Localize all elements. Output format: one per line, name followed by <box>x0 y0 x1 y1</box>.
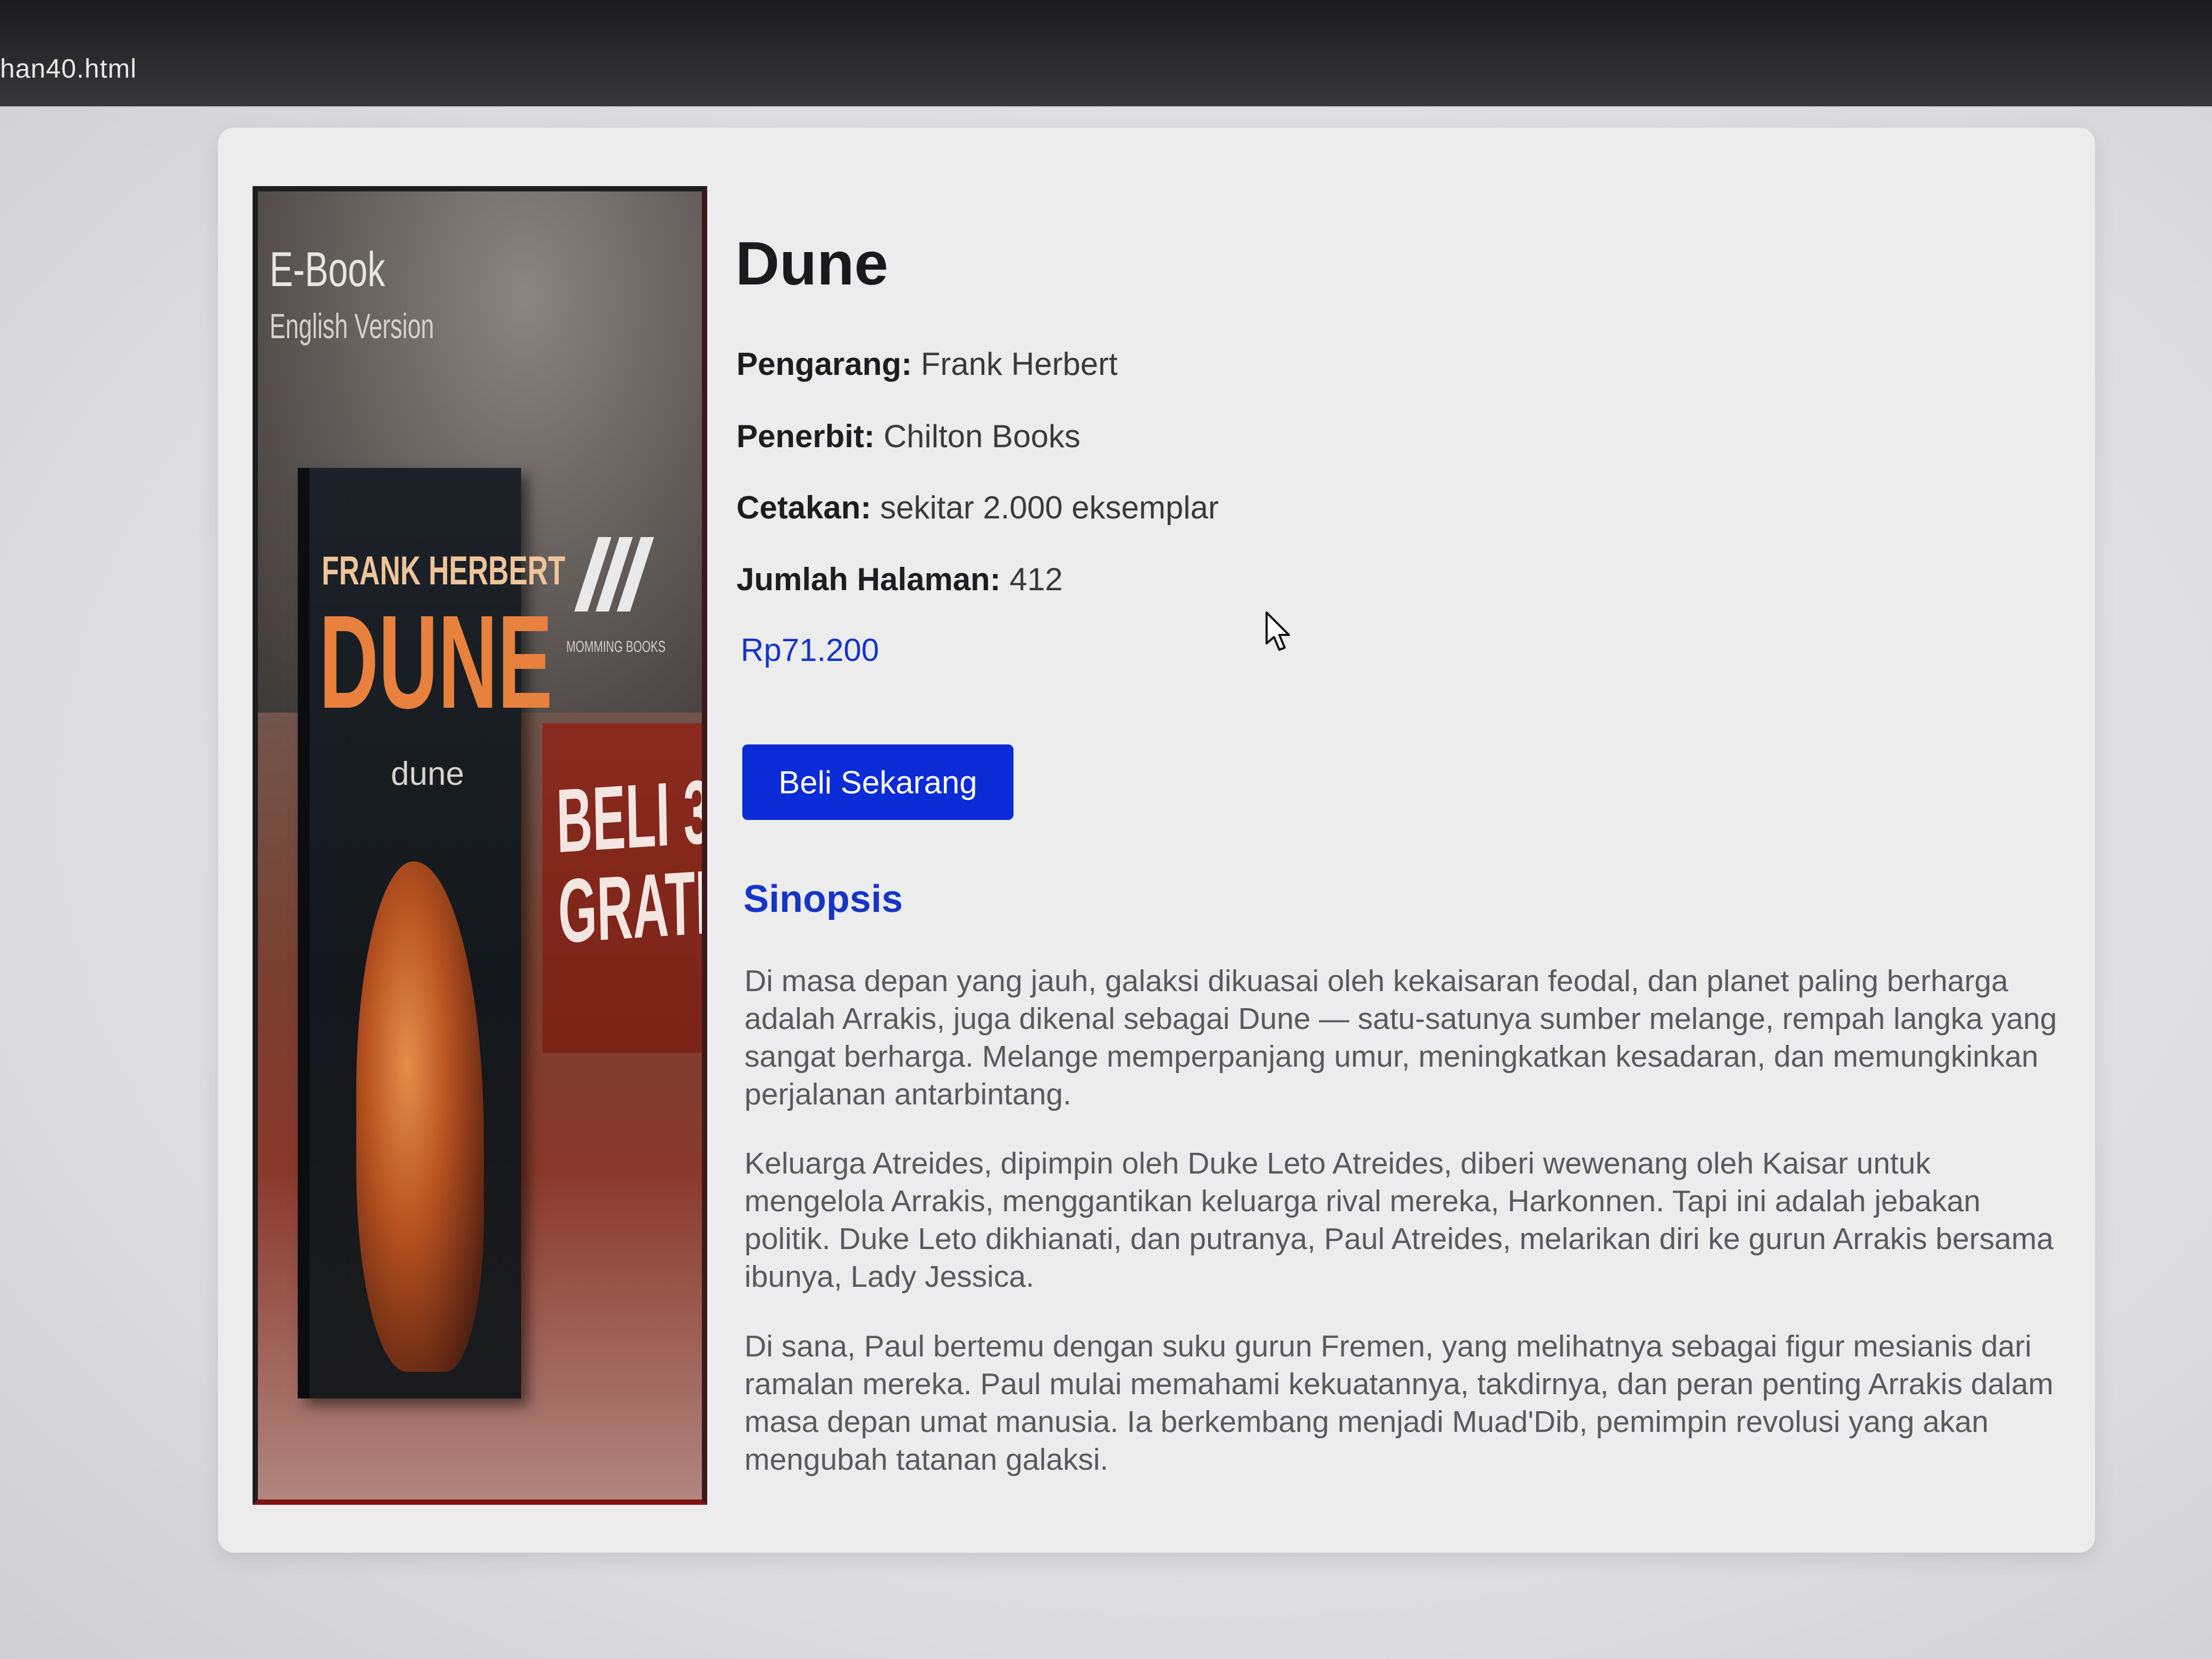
publisher-label: Penerbit: <box>736 418 875 454</box>
page-count-label: Jumlah Halaman: <box>736 562 1001 597</box>
cover-book-author: FRANK HERBERT <box>322 548 566 593</box>
publisher-value: Chilton Books <box>883 418 1080 454</box>
page-count-row: Jumlah Halaman: 412 <box>736 561 1063 598</box>
author-label: Pengarang: <box>736 346 912 382</box>
synopsis-paragraph: Di sana, Paul bertemu dengan suku gurun … <box>744 1329 2054 1477</box>
author-value: Frank Herbert <box>920 346 1118 382</box>
synopsis-heading: Sinopsis <box>743 878 903 920</box>
price: Rp71.200 <box>741 632 879 668</box>
synopsis-paragraph: Di masa depan yang jauh, galaksi dikuasa… <box>744 964 2057 1111</box>
cover-book-title: DUNE <box>319 588 553 736</box>
publisher-row: Penerbit: Chilton Books <box>736 418 1080 455</box>
cover-publisher-name: MOMMING BOOKS <box>566 638 666 656</box>
cover-book-subtitle: dune <box>391 756 464 792</box>
promo-text: BELI 3 GRATIS I <box>555 761 707 962</box>
print-run-value: sekitar 2.000 eksemplar <box>880 490 1219 525</box>
book-cover-image: E-Book English Version FRANK HERBERT DUN… <box>253 186 707 1505</box>
browser-tab-bar: han40.html <box>0 0 2212 106</box>
mouse-cursor-icon <box>1266 611 1290 651</box>
cover-ebook-label: E-Book <box>270 242 386 297</box>
print-run-row: Cetakan: sekitar 2.000 eksemplar <box>736 489 1219 526</box>
buy-now-button[interactable]: Beli Sekarang <box>742 744 1013 820</box>
cover-edition-label: English Version <box>270 306 434 346</box>
browser-url[interactable]: han40.html <box>0 53 137 84</box>
author-row: Pengarang: Frank Herbert <box>736 346 1118 382</box>
synopsis-paragraph: Keluarga Atreides, dipimpin oleh Duke Le… <box>744 1146 2054 1294</box>
publisher-logo-icon <box>574 537 654 611</box>
book-spine <box>298 468 309 1398</box>
print-run-label: Cetakan: <box>736 490 872 525</box>
page-count-value: 412 <box>1009 562 1063 597</box>
cover-book: FRANK HERBERT DUNE dune <box>298 468 565 1398</box>
cover-figure-art <box>356 861 484 1372</box>
book-title: Dune <box>735 230 889 298</box>
